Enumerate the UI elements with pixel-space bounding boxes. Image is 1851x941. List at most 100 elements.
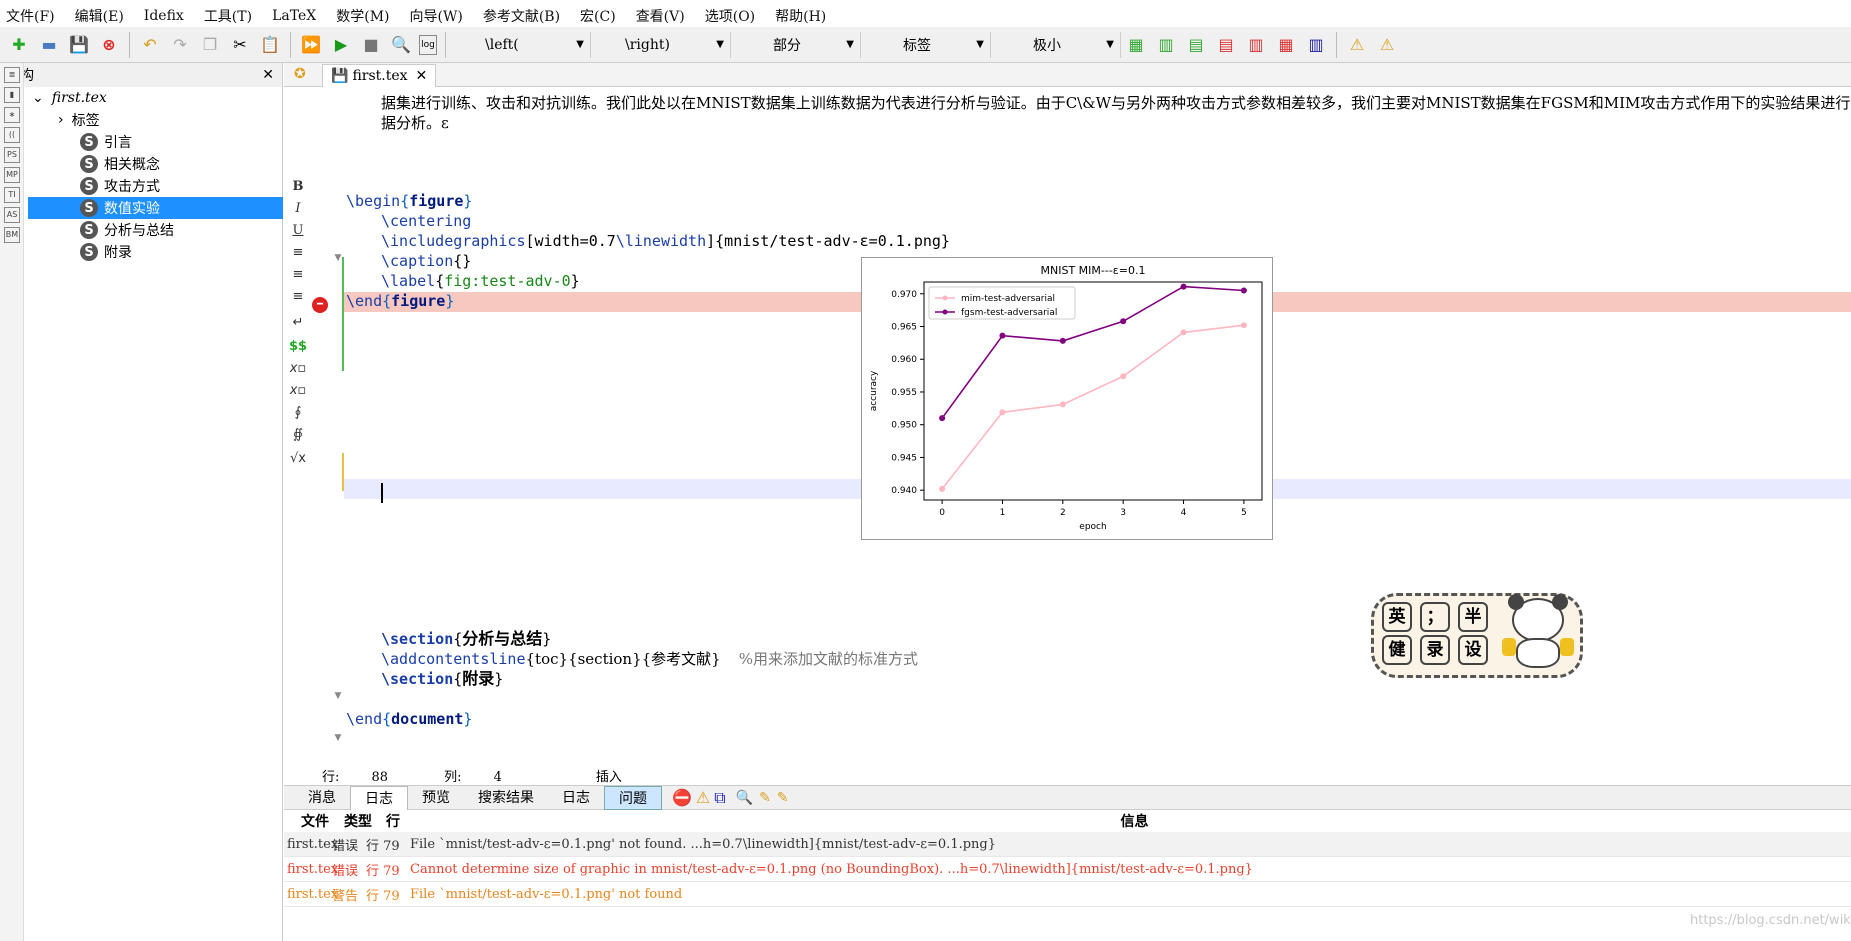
- table-row[interactable]: first.tex 错误行 79 File `mnist/test-adv-ε=0.…: [284, 832, 1851, 857]
- menu-file[interactable]: 文件(F): [6, 6, 55, 26]
- fraction-icon[interactable]: ∮: [288, 405, 308, 420]
- new-file-icon[interactable]: ✚: [7, 33, 31, 57]
- section-combo[interactable]: 部分 ▼: [731, 31, 861, 58]
- tree-item-attacks[interactable]: S 攻击方式: [28, 175, 283, 197]
- save-icon[interactable]: 💾: [67, 33, 91, 57]
- tab-back-icon[interactable]: ✪: [294, 66, 306, 82]
- col-file[interactable]: 文件: [284, 811, 336, 831]
- right-delimiter-combo[interactable]: \right) ▼: [591, 31, 731, 58]
- structure-view-icon[interactable]: ≣: [4, 67, 20, 83]
- align-left-icon[interactable]: ≡: [288, 245, 308, 260]
- bold-icon[interactable]: B: [288, 179, 308, 194]
- tikz-icon[interactable]: TI: [4, 187, 20, 203]
- table-row[interactable]: first.tex 警告行 79 File `mnist/test-adv-ε=0.…: [284, 882, 1851, 907]
- subscript-icon[interactable]: x▫: [288, 361, 308, 376]
- chart-svg: MNIST MIM---ε=0.1 0.940 0.945 0.950 0.955 0.9…: [869, 264, 1263, 532]
- table-row[interactable]: first.tex 错误行 79 Cannot determine size of …: [284, 857, 1851, 882]
- brace: }: [463, 710, 473, 728]
- menu-edit[interactable]: 编辑(E): [75, 6, 124, 26]
- menu-options[interactable]: 选项(O): [705, 6, 755, 26]
- log-icon[interactable]: log: [419, 34, 437, 55]
- menu-macros[interactable]: 宏(C): [580, 6, 616, 26]
- warning-next-icon[interactable]: ⚠: [1375, 33, 1399, 57]
- tree-item-labels[interactable]: › 标签: [28, 109, 283, 131]
- brackets-icon[interactable]: ((: [4, 127, 20, 143]
- menu-help[interactable]: 帮助(H): [775, 6, 826, 26]
- close-panel-icon[interactable]: ✕: [262, 67, 274, 83]
- align-center-icon[interactable]: ≡: [288, 267, 308, 282]
- dfrac-icon[interactable]: ∯: [288, 427, 308, 442]
- tab-preview[interactable]: 预览: [408, 786, 464, 810]
- undo-icon[interactable]: ↶: [138, 33, 162, 57]
- tab-messages[interactable]: 消息: [294, 786, 350, 810]
- search-icon[interactable]: 🔍: [736, 790, 753, 806]
- copy-icon[interactable]: ❐: [198, 33, 222, 57]
- badbox-filter-icon[interactable]: ⧉: [714, 788, 725, 808]
- tab-issues[interactable]: 问题: [604, 785, 662, 810]
- table-icon[interactable]: ▦: [1124, 33, 1148, 57]
- menu-idefix[interactable]: Idefix: [144, 8, 184, 24]
- newline-icon[interactable]: ↵: [288, 315, 308, 330]
- next-issue-icon[interactable]: ✎: [777, 790, 789, 806]
- menu-latex[interactable]: LaTeX: [272, 8, 316, 24]
- errors-filter-icon[interactable]: ⛔: [672, 788, 692, 807]
- asymptote-icon[interactable]: AS: [4, 207, 20, 223]
- view-icon[interactable]: 🔍: [389, 33, 413, 57]
- close-tab-icon[interactable]: ✕: [416, 68, 428, 84]
- pstricks-icon[interactable]: PS: [4, 147, 20, 163]
- table-row-icon[interactable]: ▤: [1214, 33, 1238, 57]
- table-delete-row-icon[interactable]: ▦: [1274, 33, 1298, 57]
- menu-wizard[interactable]: 向导(W): [410, 6, 463, 26]
- table-delete-col-icon[interactable]: ▥: [1244, 33, 1268, 57]
- tab-log[interactable]: 日志: [350, 785, 408, 810]
- tree-item-analysis[interactable]: S 分析与总结: [28, 219, 283, 241]
- warnings-filter-icon[interactable]: ⚠: [696, 788, 710, 807]
- issues-table: first.tex 错误行 79 File `mnist/test-adv-ε=0.…: [284, 832, 1851, 907]
- table-align-icon[interactable]: ▥: [1304, 33, 1328, 57]
- tree-item-intro[interactable]: S 引言: [28, 131, 283, 153]
- beamer-icon[interactable]: BM: [4, 227, 20, 243]
- size-combo[interactable]: 极小 ▼: [991, 31, 1121, 58]
- redo-icon[interactable]: ↷: [168, 33, 192, 57]
- previous-issue-icon[interactable]: ✎: [759, 790, 771, 806]
- table-col-left-icon[interactable]: ▤: [1184, 33, 1208, 57]
- paste-icon[interactable]: 📋: [258, 33, 282, 57]
- build-view-icon[interactable]: ⏩: [299, 33, 323, 57]
- underline-icon[interactable]: U: [288, 223, 308, 238]
- table-column-icon[interactable]: ▥: [1154, 33, 1178, 57]
- menu-bibliography[interactable]: 参考文献(B): [483, 6, 560, 26]
- menu-view[interactable]: 查看(V): [636, 6, 685, 26]
- stop-icon[interactable]: ■: [359, 33, 383, 57]
- tree-root[interactable]: ⌄ first.tex: [28, 87, 283, 109]
- warning-icon[interactable]: ⚠: [1345, 33, 1369, 57]
- col-info[interactable]: 信息: [418, 811, 1851, 831]
- col-line[interactable]: 行: [374, 811, 418, 831]
- align-right-icon[interactable]: ≡: [288, 289, 308, 304]
- bookmark-icon[interactable]: ▮: [4, 87, 20, 103]
- tab-log-2[interactable]: 日志: [548, 786, 604, 810]
- cut-icon[interactable]: ✂: [228, 33, 252, 57]
- chevron-down-icon[interactable]: ⌄: [32, 90, 44, 106]
- metapost-icon[interactable]: MP: [4, 167, 20, 183]
- sqrt-icon[interactable]: √x: [288, 451, 308, 466]
- menu-math[interactable]: 数学(M): [336, 6, 389, 26]
- error-marker-icon[interactable]: ━: [312, 297, 328, 313]
- tab-first-tex[interactable]: 💾 first.tex ✕: [322, 64, 437, 87]
- symbols-icon[interactable]: ∗: [4, 107, 20, 123]
- tree-item-experiments[interactable]: S 数值实验: [28, 197, 283, 219]
- italic-icon[interactable]: I: [288, 201, 308, 216]
- tree-item-concepts[interactable]: S 相关概念: [28, 153, 283, 175]
- superscript-icon[interactable]: x▫: [288, 383, 308, 398]
- left-delimiter-combo[interactable]: \left(▼: [451, 31, 591, 58]
- close-icon[interactable]: ⊗: [97, 33, 121, 57]
- math-mode-icon[interactable]: $$: [288, 339, 308, 354]
- open-file-icon[interactable]: ▬: [37, 33, 61, 57]
- tab-search-results[interactable]: 搜索结果: [464, 786, 548, 810]
- chevron-down-icon: ▼: [846, 39, 854, 50]
- tree-item-appendix[interactable]: S 附录: [28, 241, 283, 263]
- chevron-right-icon[interactable]: ›: [58, 112, 64, 128]
- col-type[interactable]: 类型: [336, 811, 374, 831]
- label-combo[interactable]: 标签 ▼: [861, 31, 991, 58]
- compile-icon[interactable]: ▶: [329, 33, 353, 57]
- menu-tools[interactable]: 工具(T): [204, 6, 252, 26]
